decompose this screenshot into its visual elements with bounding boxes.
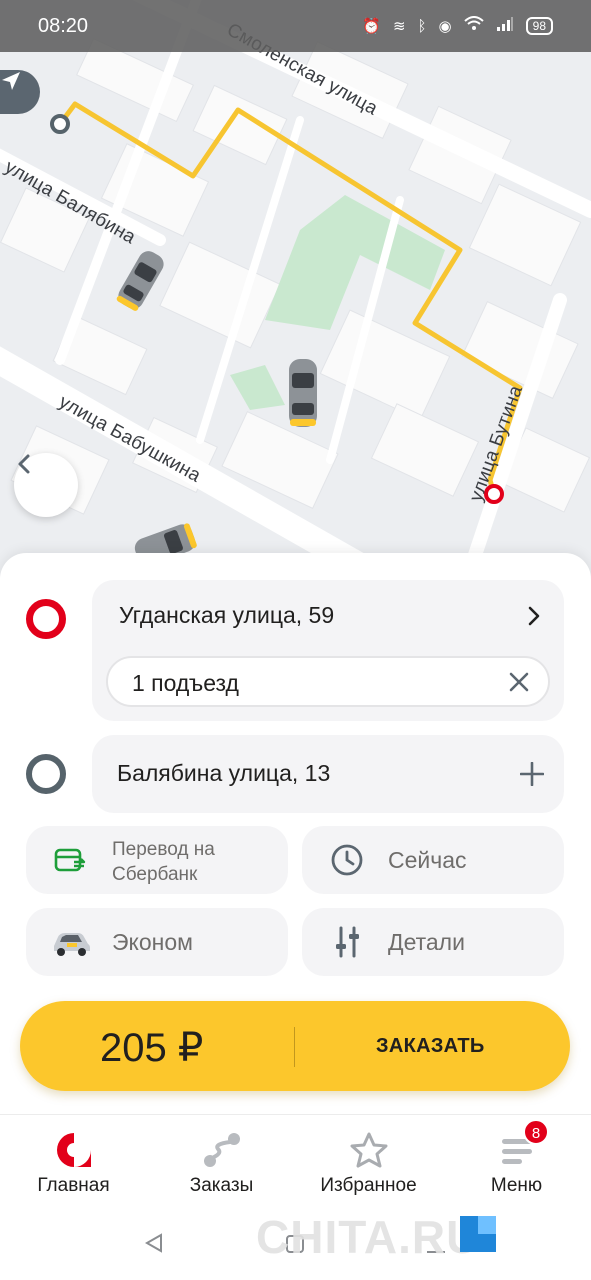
- mute-vibrate-icon: ≋: [392, 18, 406, 35]
- status-icons: ⏰ ≋ ᛒ ◉ 98: [362, 16, 553, 36]
- map-canvas: [0, 0, 591, 600]
- tab-orders[interactable]: Заказы: [148, 1115, 295, 1205]
- navigation-arrow-icon: [2, 72, 20, 90]
- clear-icon[interactable]: [508, 671, 530, 693]
- notification-badge: 8: [523, 1119, 549, 1145]
- payment-method-button[interactable]: Перевод на Сбербанк: [26, 826, 288, 894]
- battery-indicator: 98: [525, 17, 553, 35]
- star-icon: [350, 1132, 387, 1168]
- watermark-text: CHITA.RU: [256, 1211, 481, 1263]
- chevron-right-icon[interactable]: [526, 605, 542, 627]
- wifi-icon: [463, 16, 484, 36]
- entrance-value[interactable]: 1 подъезд: [132, 670, 239, 697]
- add-stop-icon[interactable]: [520, 762, 544, 786]
- order-button[interactable]: 205 ₽ ЗАКАЗАТЬ: [20, 1001, 570, 1091]
- route-icon: [203, 1133, 240, 1167]
- tab-home[interactable]: Главная: [0, 1115, 147, 1205]
- sliders-icon: [336, 926, 359, 958]
- tab-menu[interactable]: 8 Меню: [443, 1115, 590, 1205]
- pickup-card[interactable]: Угданская улица, 59 1 подъезд: [92, 580, 564, 721]
- time-button[interactable]: Сейчас: [302, 826, 564, 894]
- alarm-icon: ⏰: [362, 18, 381, 35]
- status-time: 08:20: [38, 14, 89, 37]
- details-button[interactable]: Детали: [302, 908, 564, 976]
- entrance-field[interactable]: 1 подъезд: [106, 656, 550, 707]
- details-label: Детали: [388, 929, 465, 955]
- map-start-marker: [50, 114, 70, 134]
- tariff-label: Эконом: [112, 929, 193, 955]
- destination-marker-icon: [26, 754, 66, 794]
- tab-bar: Главная Заказы Избранное 8 Меню: [0, 1114, 591, 1204]
- tab-label: Заказы: [189, 1175, 254, 1196]
- destination-address[interactable]: Балябина улица, 13: [117, 760, 330, 787]
- payment-method-label: Перевод на Сбербанк: [112, 839, 215, 885]
- back-button[interactable]: [14, 453, 78, 517]
- bluetooth-icon: ᛒ: [417, 17, 427, 35]
- location-icon: ◉: [438, 18, 452, 35]
- chevron-left-icon: [18, 454, 30, 474]
- bank-transfer-icon: [54, 848, 86, 872]
- home-logo-icon: [56, 1133, 91, 1167]
- pickup-marker-icon: [26, 599, 66, 639]
- order-divider: [294, 1027, 295, 1067]
- watermark-logo-accent: [478, 1216, 496, 1234]
- tab-label: Главная: [37, 1175, 110, 1196]
- tariff-button[interactable]: Эконом: [26, 908, 288, 976]
- back-triangle-icon[interactable]: [143, 1232, 165, 1254]
- status-bar: 08:20 ⏰ ≋ ᛒ ◉ 98: [0, 0, 591, 52]
- time-label: Сейчас: [388, 847, 467, 873]
- map-view[interactable]: Смоленская улица улица Балябина улица Ба…: [0, 0, 591, 600]
- tab-label: Избранное: [320, 1175, 417, 1196]
- clock-icon: [331, 844, 363, 876]
- car-icon: [289, 359, 317, 427]
- tab-label: Меню: [490, 1175, 543, 1196]
- price: 205 ₽: [100, 1026, 204, 1070]
- car-icon: [116, 251, 164, 311]
- car-icon: [54, 933, 90, 956]
- signal-icon: [496, 16, 514, 36]
- destination-card[interactable]: Балябина улица, 13: [92, 735, 564, 813]
- pickup-address[interactable]: Угданская улица, 59: [119, 602, 334, 629]
- tab-favorites[interactable]: Избранное: [295, 1115, 442, 1205]
- order-button-label: ЗАКАЗАТЬ: [376, 1035, 485, 1057]
